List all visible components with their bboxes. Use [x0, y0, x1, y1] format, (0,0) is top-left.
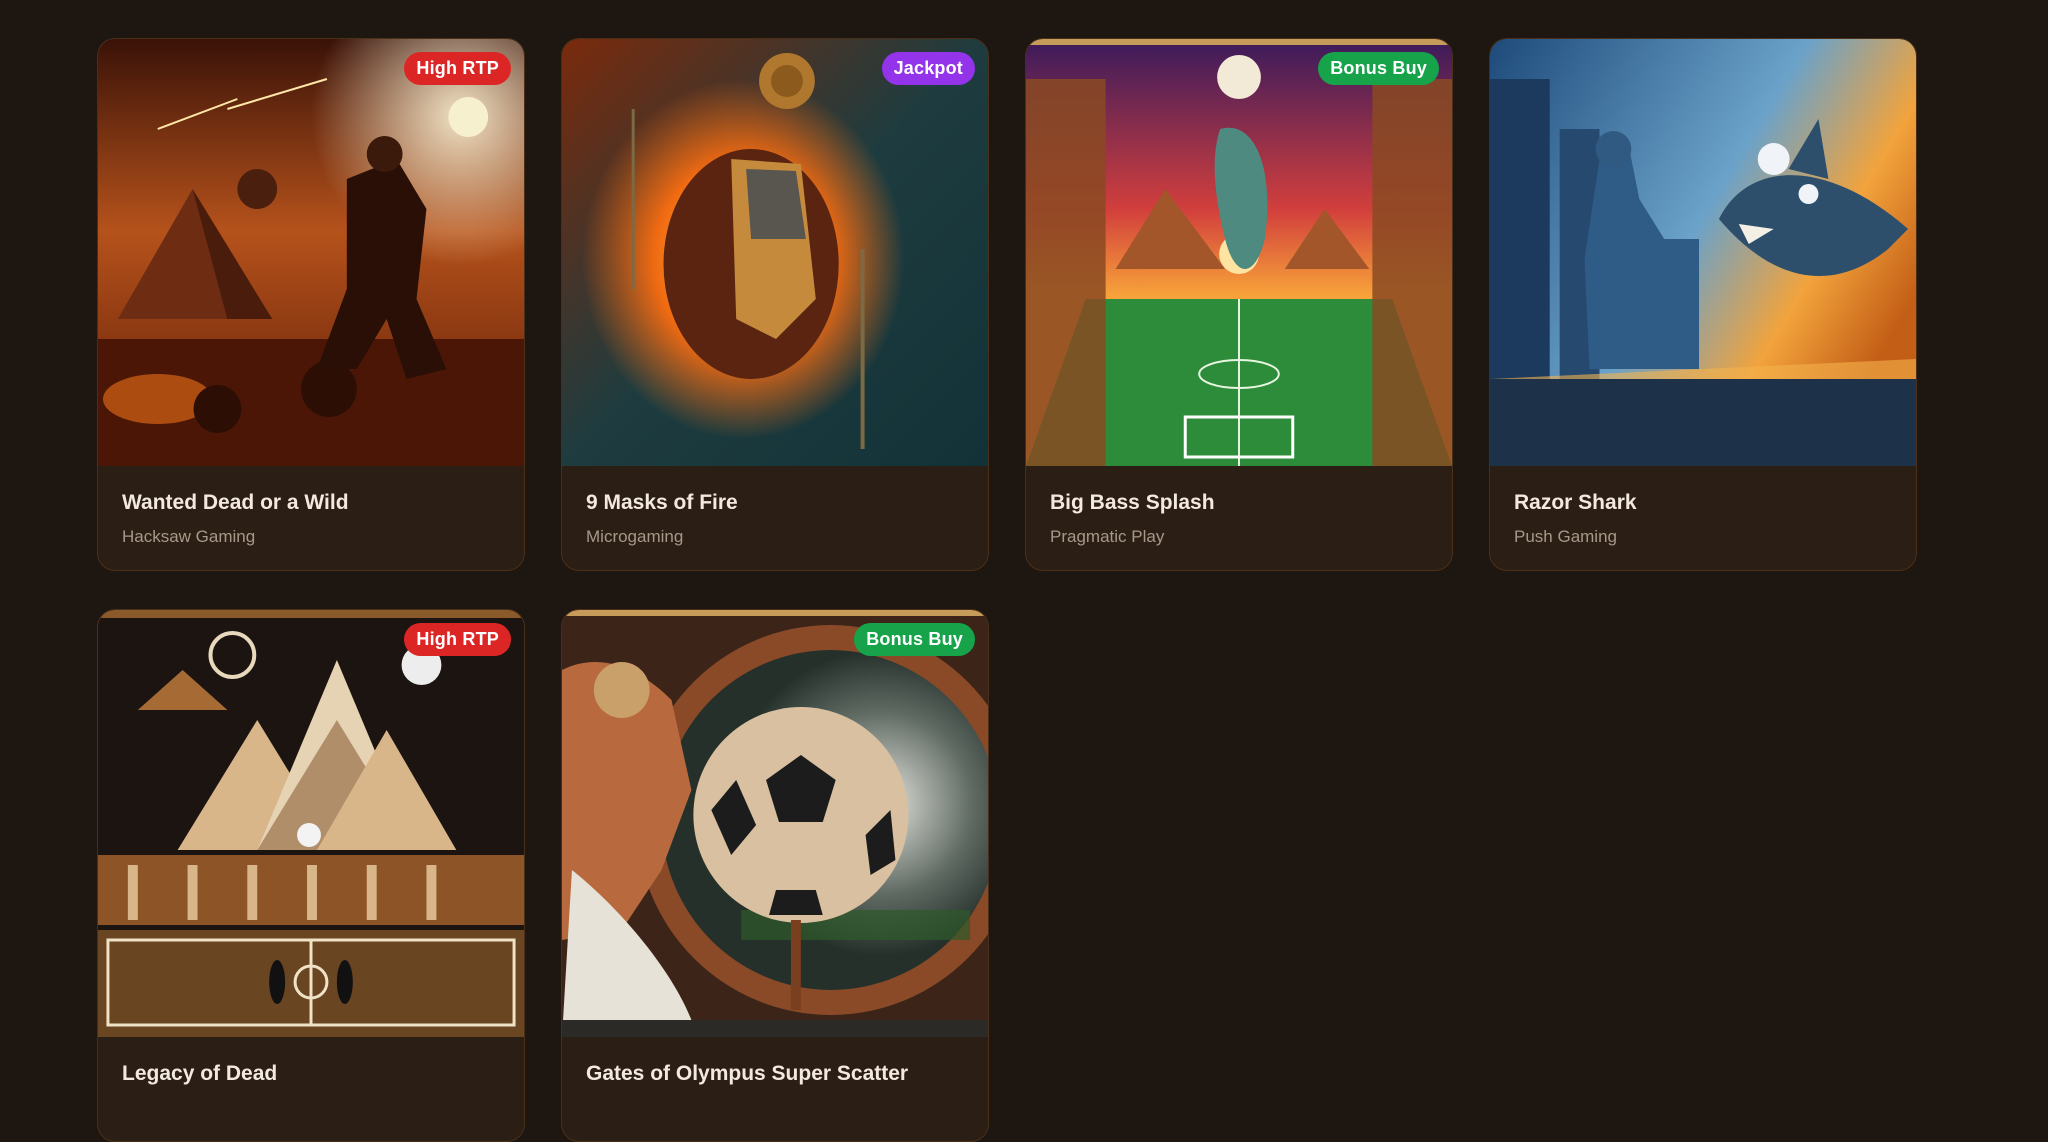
- game-provider: Microgaming: [586, 527, 684, 546]
- game-title: Gates of Olympus Super Scatter: [586, 1062, 909, 1085]
- badge-high-rtp: High RTP: [404, 52, 511, 85]
- game-title: Razor Shark: [1514, 491, 1637, 514]
- game-card[interactable]: Jackpot 9 Masks of Fire Microgaming: [561, 38, 989, 571]
- flaming-mask-image: [562, 39, 988, 466]
- game-card[interactable]: Razor Shark Push Gaming: [1489, 38, 1917, 571]
- game-thumbnail: Bonus Buy: [562, 610, 988, 1037]
- game-title: Legacy of Dead: [122, 1062, 278, 1085]
- legacy-pyramids-image: [98, 610, 524, 1037]
- badge-jackpot: Jackpot: [881, 52, 975, 85]
- game-thumbnail: Jackpot: [562, 39, 988, 466]
- game-card[interactable]: Bonus Buy Big Bass Splash Pragmatic Play: [1025, 38, 1453, 571]
- game-title: Big Bass Splash: [1050, 491, 1215, 514]
- fish-football-image: [1026, 39, 1452, 466]
- game-thumbnail: [1490, 39, 1916, 466]
- razor-shark-image: [1490, 39, 1916, 466]
- egyptian-soccer-image: [562, 610, 988, 1037]
- game-provider: Push Gaming: [1514, 527, 1617, 546]
- game-thumbnail: High RTP: [98, 610, 524, 1037]
- badge-bonus-buy: Bonus Buy: [1318, 52, 1439, 85]
- game-provider: Hacksaw Gaming: [122, 527, 256, 546]
- game-card[interactable]: High RTP Wanted Dead or a Wild Hacksaw G…: [97, 38, 525, 571]
- game-thumbnail: Bonus Buy: [1026, 39, 1452, 466]
- game-grid: High RTP Wanted Dead or a Wild Hacksaw G…: [97, 38, 1917, 1142]
- game-thumbnail: High RTP: [98, 39, 524, 466]
- game-card[interactable]: Bonus Buy Gates of Olympus Super Scatter: [561, 609, 989, 1142]
- badge-bonus-buy: Bonus Buy: [854, 623, 975, 656]
- badge-high-rtp: High RTP: [404, 623, 511, 656]
- game-card[interactable]: High RTP Legacy of Dead: [97, 609, 525, 1142]
- game-title: 9 Masks of Fire: [586, 491, 738, 514]
- game-title: Wanted Dead or a Wild: [122, 491, 349, 514]
- pharaoh-warrior-image: [98, 39, 524, 466]
- game-provider: Pragmatic Play: [1050, 527, 1165, 546]
